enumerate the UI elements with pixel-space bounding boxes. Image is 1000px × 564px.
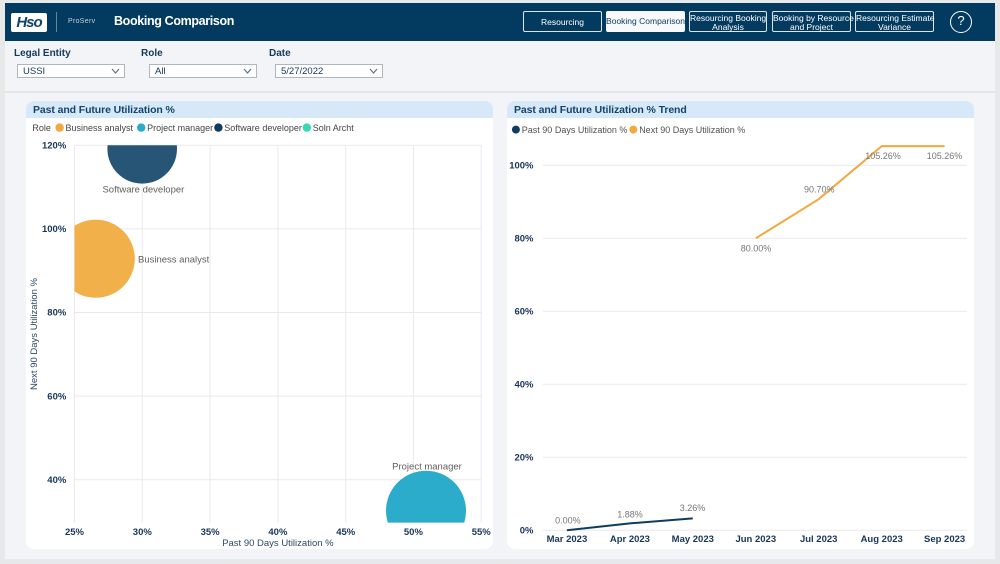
svg-text:Soln Archt: Soln Archt <box>313 123 355 133</box>
svg-text:Jun 2023: Jun 2023 <box>735 534 776 545</box>
svg-text:60%: 60% <box>514 307 534 318</box>
svg-text:60%: 60% <box>47 391 67 402</box>
svg-text:90.70%: 90.70% <box>804 185 835 195</box>
svg-text:80.00%: 80.00% <box>741 244 772 254</box>
svg-text:Project manager: Project manager <box>147 123 213 133</box>
svg-text:105.26%: 105.26% <box>865 151 901 161</box>
svg-text:50%: 50% <box>404 527 424 538</box>
svg-text:0%: 0% <box>520 526 534 537</box>
svg-text:3.26%: 3.26% <box>680 503 706 513</box>
svg-text:120%: 120% <box>42 141 67 152</box>
svg-text:Project manager: Project manager <box>392 462 462 473</box>
svg-text:80%: 80% <box>514 234 534 245</box>
svg-text:40%: 40% <box>268 527 288 538</box>
svg-text:20%: 20% <box>514 453 534 464</box>
svg-text:30%: 30% <box>133 527 153 538</box>
svg-text:Sep 2023: Sep 2023 <box>924 534 965 545</box>
svg-text:Mar 2023: Mar 2023 <box>547 534 588 545</box>
svg-text:100%: 100% <box>42 224 67 235</box>
svg-text:35%: 35% <box>201 527 221 538</box>
svg-text:Next 90 Days Utilization %: Next 90 Days Utilization % <box>639 125 745 135</box>
svg-text:25%: 25% <box>65 527 85 538</box>
svg-text:40%: 40% <box>47 475 67 486</box>
svg-text:55%: 55% <box>472 527 492 538</box>
svg-text:1.88%: 1.88% <box>617 510 643 520</box>
svg-text:Apr 2023: Apr 2023 <box>610 534 650 545</box>
svg-text:0.00%: 0.00% <box>555 516 581 526</box>
svg-text:105.26%: 105.26% <box>927 151 963 161</box>
svg-text:Past 90 Days Utilization %: Past 90 Days Utilization % <box>522 125 628 135</box>
svg-text:Software developer: Software developer <box>224 123 302 133</box>
svg-text:Business analyst: Business analyst <box>66 123 134 133</box>
svg-text:Role: Role <box>32 123 51 133</box>
svg-text:Jul 2023: Jul 2023 <box>800 534 838 545</box>
svg-text:Software developer: Software developer <box>102 185 184 196</box>
svg-text:Next 90 Days Utilization %: Next 90 Days Utilization % <box>29 277 40 389</box>
svg-text:45%: 45% <box>336 527 356 538</box>
svg-text:100%: 100% <box>509 161 534 172</box>
svg-text:80%: 80% <box>47 308 67 319</box>
svg-text:May 2023: May 2023 <box>672 534 714 545</box>
svg-text:Aug 2023: Aug 2023 <box>861 534 903 545</box>
svg-text:Past 90 Days Utilization %: Past 90 Days Utilization % <box>222 538 334 549</box>
svg-text:40%: 40% <box>514 380 534 391</box>
svg-text:Business analyst: Business analyst <box>138 255 210 266</box>
